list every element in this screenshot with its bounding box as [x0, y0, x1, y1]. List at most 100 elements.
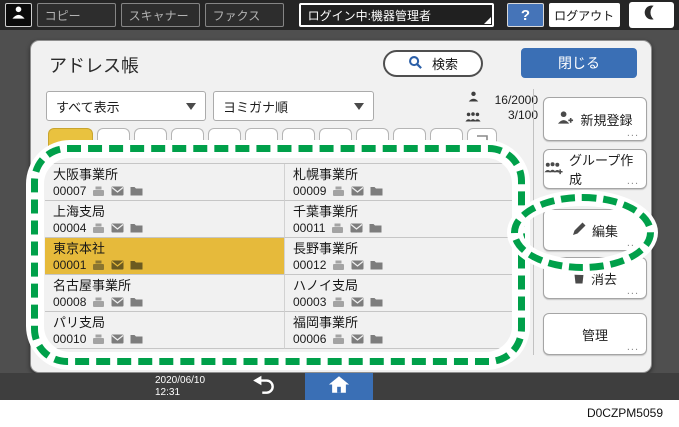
mail-icon: [111, 223, 124, 233]
index-tab[interactable]: [134, 128, 167, 153]
manage-button[interactable]: 管理 ...: [543, 313, 647, 355]
index-tab[interactable]: [393, 128, 426, 153]
index-tabs: [48, 128, 497, 153]
index-tab[interactable]: [356, 128, 389, 153]
action-label: 消去: [590, 271, 617, 287]
help-button[interactable]: ?: [507, 3, 544, 27]
action-label: 新規登録: [580, 112, 633, 128]
address-entry[interactable]: 名古屋事業所 00008: [45, 275, 284, 312]
fax-icon: [92, 260, 105, 271]
mail-icon: [351, 334, 364, 344]
entry-number: 00006: [293, 332, 327, 346]
address-entry[interactable]: 上海支局 00004: [45, 201, 284, 238]
panel-divider: [533, 89, 534, 355]
fax-icon: [331, 223, 344, 234]
folder-icon: [370, 297, 383, 307]
entry-number: 00012: [293, 258, 327, 272]
energy-saver-button[interactable]: [628, 2, 674, 28]
search-button-label: 検索: [431, 57, 458, 72]
home-icon: [328, 375, 350, 399]
index-tab-selected[interactable]: [48, 128, 93, 153]
folder-icon: [370, 260, 383, 270]
group-count-icon: [465, 109, 481, 127]
mail-icon: [351, 260, 364, 270]
folder-icon: [370, 334, 383, 344]
index-tab[interactable]: [319, 128, 352, 153]
fax-icon: [332, 260, 345, 271]
address-entry[interactable]: 東京本社 00001: [45, 238, 284, 275]
close-button[interactable]: 閉じる: [521, 48, 637, 78]
mail-icon: [111, 334, 124, 344]
address-entry[interactable]: 福岡事業所 00006: [284, 312, 523, 349]
home-button[interactable]: [305, 373, 373, 400]
edit-button[interactable]: 編集 ...: [543, 209, 647, 251]
fax-icon: [92, 223, 105, 234]
mail-icon: [350, 223, 363, 233]
logout-button[interactable]: ログアウト: [548, 3, 620, 27]
delete-button[interactable]: 消去 ...: [543, 257, 647, 299]
more-indicator: ...: [626, 285, 639, 297]
entry-name: パリ支局: [53, 315, 106, 330]
address-book-panel: アドレス帳 検索 閉じる すべて表示 ヨミガナ順 16/2000 3/100 大…: [30, 40, 652, 373]
new-registration-button[interactable]: 新規登録 ...: [543, 97, 647, 141]
moon-icon: [643, 4, 660, 26]
tab-scanner[interactable]: スキャナー: [120, 3, 200, 27]
folder-icon: [130, 260, 143, 270]
search-button[interactable]: 検索: [383, 50, 483, 77]
back-arrow-icon: [251, 374, 277, 399]
tab-copy[interactable]: コピー: [36, 3, 116, 27]
folder-icon: [370, 186, 383, 196]
entry-name: 上海支局: [53, 204, 106, 219]
user-icon: [11, 5, 26, 25]
index-tab[interactable]: [245, 128, 278, 153]
entry-name: ハノイ支局: [293, 278, 359, 293]
address-entry[interactable]: 長野事業所 00012: [284, 238, 523, 275]
address-entry[interactable]: 千葉事業所 00011: [284, 201, 523, 238]
index-tab-switch[interactable]: [467, 128, 497, 153]
entry-name: 東京本社: [53, 241, 106, 256]
group-add-icon: [544, 161, 563, 178]
view-filter-value: すべて表示: [56, 99, 120, 115]
entry-name: 千葉事業所: [293, 204, 359, 219]
tab-fax[interactable]: ファクス: [204, 3, 284, 27]
fax-icon: [92, 297, 105, 308]
search-icon: [408, 55, 423, 73]
create-group-button[interactable]: グループ作成 ...: [543, 149, 647, 189]
contact-count: 16/2000: [494, 93, 538, 107]
mail-icon: [111, 186, 124, 196]
fax-icon: [92, 334, 105, 345]
address-list: 大阪事業所 00007 札幌事業所 00009 上海支局 00004 千葉事業所…: [45, 163, 523, 349]
index-tab[interactable]: [97, 128, 130, 153]
view-filter-dropdown[interactable]: すべて表示: [46, 91, 206, 121]
contact-count-icon: [468, 89, 479, 107]
index-tab[interactable]: [171, 128, 204, 153]
sort-order-dropdown[interactable]: ヨミガナ順: [213, 91, 374, 121]
person-add-icon: [557, 110, 574, 128]
index-tab[interactable]: [282, 128, 315, 153]
date-text: 2020/06/10: [155, 375, 206, 386]
folder-icon: [369, 223, 382, 233]
fax-icon: [92, 186, 105, 197]
entry-number: 00010: [53, 332, 87, 346]
address-entry[interactable]: ハノイ支局 00003: [284, 275, 523, 312]
more-indicator: ...: [626, 127, 639, 139]
index-tab[interactable]: [208, 128, 241, 153]
address-entry[interactable]: 大阪事業所 00007: [45, 164, 284, 201]
address-entry[interactable]: 札幌事業所 00009: [284, 164, 523, 201]
fax-icon: [332, 297, 345, 308]
more-indicator: ...: [626, 341, 639, 353]
chevron-down-icon: [354, 102, 364, 110]
sort-order-value: ヨミガナ順: [223, 99, 289, 115]
index-tab[interactable]: [430, 128, 463, 153]
registration-counts: 16/2000 3/100: [465, 89, 538, 127]
address-entry[interactable]: パリ支局 00010: [45, 312, 284, 349]
login-status-dropdown[interactable]: ログイン中:機器管理者: [298, 3, 495, 27]
folder-icon: [130, 297, 143, 307]
user-button[interactable]: [5, 3, 32, 27]
footer-bar: 2020/06/10 12:31: [0, 373, 679, 400]
action-label: 管理: [581, 327, 608, 343]
time-text: 12:31: [155, 387, 181, 398]
login-status-text: ログイン中:機器管理者: [307, 8, 431, 23]
entry-name: 札幌事業所: [293, 167, 359, 182]
back-button[interactable]: [235, 373, 293, 400]
